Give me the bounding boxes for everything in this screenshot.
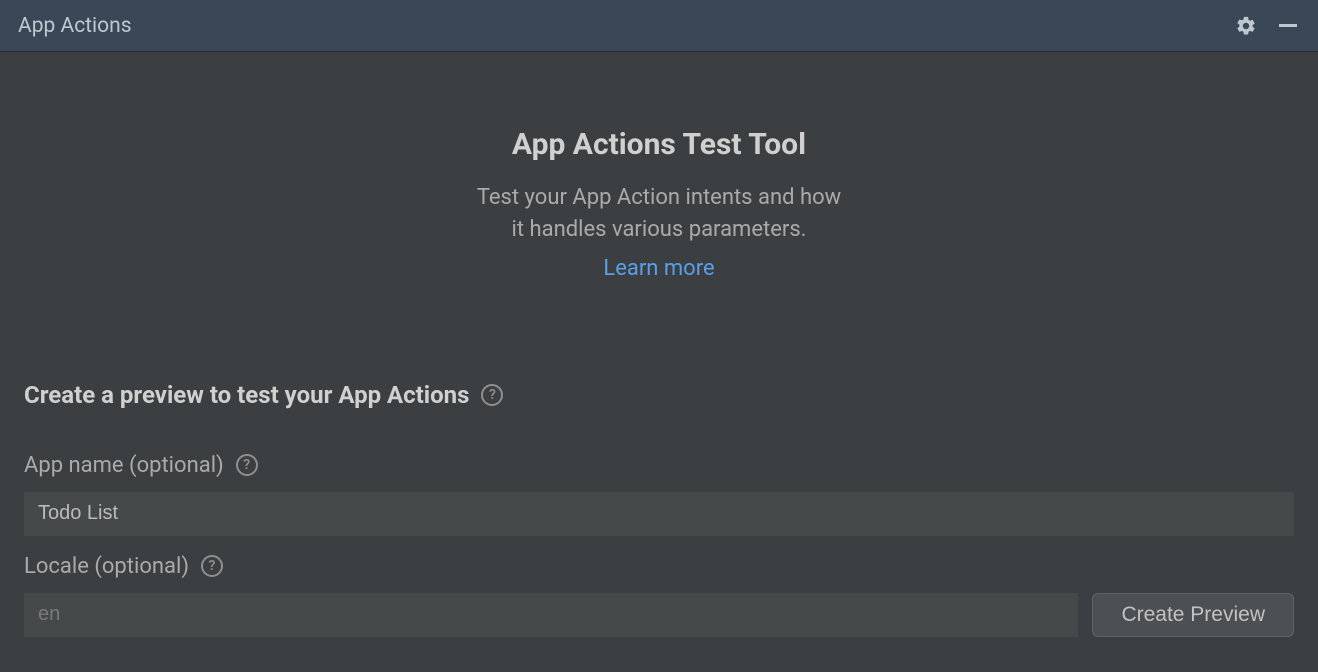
locale-label: Locale (optional) bbox=[24, 554, 189, 579]
gear-icon[interactable] bbox=[1234, 14, 1258, 38]
section-header: Create a preview to test your App Action… bbox=[24, 381, 1294, 409]
main-content: App Actions Test Tool Test your App Acti… bbox=[0, 52, 1318, 672]
hero-description: Test your App Action intents and how it … bbox=[24, 182, 1294, 246]
locale-field: Locale (optional) ? Create Preview bbox=[24, 554, 1294, 637]
titlebar: App Actions bbox=[0, 0, 1318, 52]
hero-section: App Actions Test Tool Test your App Acti… bbox=[24, 52, 1294, 381]
help-icon[interactable]: ? bbox=[481, 384, 503, 406]
locale-input-row: Create Preview bbox=[24, 593, 1294, 637]
help-icon[interactable]: ? bbox=[201, 555, 223, 577]
create-preview-button[interactable]: Create Preview bbox=[1092, 593, 1294, 637]
app-name-field: App name (optional) ? bbox=[24, 453, 1294, 536]
app-name-label-row: App name (optional) ? bbox=[24, 453, 1294, 478]
section-title: Create a preview to test your App Action… bbox=[24, 381, 469, 409]
help-icon[interactable]: ? bbox=[236, 454, 258, 476]
titlebar-actions bbox=[1234, 14, 1300, 38]
locale-label-row: Locale (optional) ? bbox=[24, 554, 1294, 579]
learn-more-link[interactable]: Learn more bbox=[603, 256, 714, 281]
app-name-label: App name (optional) bbox=[24, 453, 224, 478]
minimize-icon[interactable] bbox=[1276, 14, 1300, 38]
panel-title: App Actions bbox=[18, 14, 132, 38]
locale-input[interactable] bbox=[24, 593, 1078, 637]
app-name-input[interactable] bbox=[24, 492, 1294, 536]
hero-title: App Actions Test Tool bbox=[24, 127, 1294, 162]
